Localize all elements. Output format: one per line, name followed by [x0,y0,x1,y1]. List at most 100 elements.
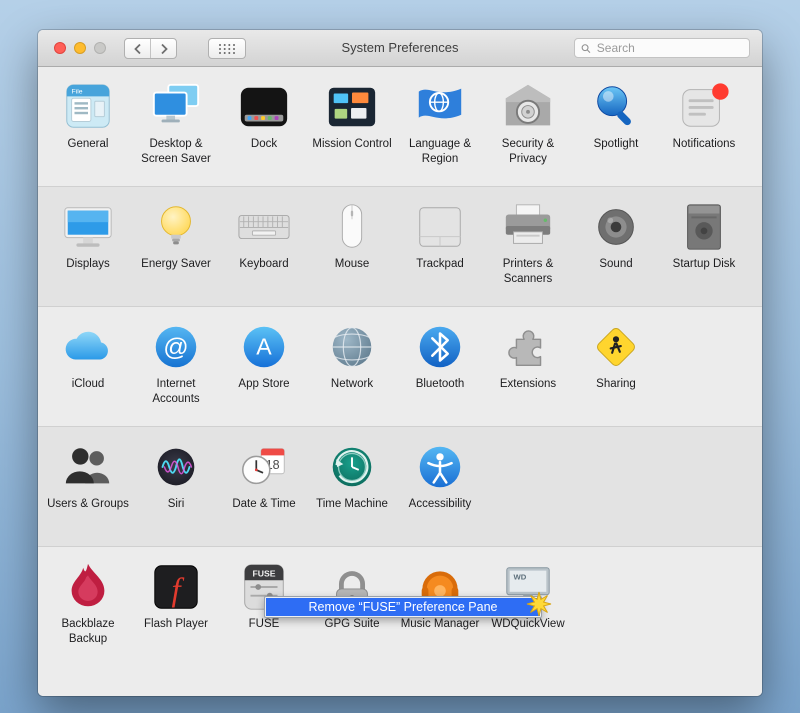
pref-pane-gpg-suite[interactable]: GPG Suite [308,547,396,632]
title-bar: System Preferences [38,30,762,67]
pref-pane-app-store[interactable]: A App Store [220,307,308,392]
pref-pane-label: App Store [238,377,289,392]
displays-icon [61,200,115,254]
pref-pane-label: General [68,137,109,152]
pref-pane-label: Extensions [500,377,556,392]
pref-pane-label: Mouse [335,257,370,272]
pref-pane-flash-player[interactable]: f Flash Player [132,547,220,632]
pref-pane-label: Flash Player [144,617,208,632]
pref-pane-mouse[interactable]: Mouse [308,187,396,272]
pref-pane-dock[interactable]: Dock [220,67,308,152]
pref-pane-mission-control[interactable]: Mission Control [308,67,396,152]
time-machine-icon [325,440,379,494]
extensions-icon [501,320,555,374]
keyboard-icon [237,200,291,254]
pref-pane-extensions[interactable]: Extensions [484,307,572,392]
pref-pane-label: Sharing [596,377,636,392]
backblaze-icon [61,560,115,614]
pref-pane-label: Accessibility [409,497,472,512]
pane-row-3: iCloud @ Internet Accounts A [38,307,762,427]
mission-control-icon [325,80,379,134]
dock-icon [237,80,291,134]
pref-pane-internet-accounts[interactable]: @ Internet Accounts [132,307,220,406]
pref-pane-label: Trackpad [416,257,464,272]
pref-pane-trackpad[interactable]: Trackpad [396,187,484,272]
pref-pane-language-region[interactable]: Language & Region [396,67,484,166]
pref-pane-label: WDQuickView [491,617,564,632]
svg-text:WD: WD [514,572,527,581]
pref-pane-label: Network [331,377,373,392]
pref-pane-date-time[interactable]: 18 Date & Time [220,427,308,512]
accessibility-icon [413,440,467,494]
pref-pane-accessibility[interactable]: Accessibility [396,427,484,512]
spotlight-icon [589,80,643,134]
desktop-screen-saver-icon [149,80,203,134]
svg-text:File: File [72,89,83,96]
pref-pane-keyboard[interactable]: Keyboard [220,187,308,272]
printers-scanners-icon [501,200,555,254]
pref-pane-startup-disk[interactable]: Startup Disk [660,187,748,272]
sharing-icon [589,320,643,374]
pref-pane-label: Startup Disk [673,257,736,272]
pref-pane-label: Notifications [673,137,736,152]
pref-pane-label: Printers & Scanners [487,257,569,286]
pref-pane-siri[interactable]: Siri [132,427,220,512]
flash-player-icon: f [149,560,203,614]
icloud-icon [61,320,115,374]
search-input[interactable] [595,40,743,56]
users-groups-icon [61,440,115,494]
pref-pane-desktop-screen-saver[interactable]: Desktop & Screen Saver [132,67,220,166]
pref-pane-fuse[interactable]: FUSE FUSE [220,547,308,632]
pref-pane-label: iCloud [72,377,105,392]
pref-pane-label: Siri [168,497,185,512]
notifications-icon [677,80,731,134]
general-icon: File [61,80,115,134]
date-time-icon: 18 [237,440,291,494]
pref-pane-label: FUSE [249,617,280,632]
pref-pane-spotlight[interactable]: Spotlight [572,67,660,152]
pref-pane-label: Date & Time [232,497,295,512]
context-menu-item-remove-fuse[interactable]: Remove “FUSE” Preference Pane [266,598,540,616]
svg-text:FUSE: FUSE [252,568,275,578]
pref-pane-icloud[interactable]: iCloud [44,307,132,392]
energy-saver-icon [149,200,203,254]
bluetooth-icon [413,320,467,374]
pref-pane-notifications[interactable]: Notifications [660,67,748,152]
svg-text:A: A [256,334,272,360]
pref-pane-label: Language & Region [399,137,481,166]
search-field[interactable] [574,38,750,58]
pref-pane-label: Energy Saver [141,257,211,272]
system-preferences-window: System Preferences File [38,30,762,696]
pref-pane-label: Displays [66,257,109,272]
pref-pane-label: Music Manager [401,617,480,632]
pref-pane-music-manager[interactable]: Music Manager [396,547,484,632]
pref-pane-energy-saver[interactable]: Energy Saver [132,187,220,272]
pref-pane-sharing[interactable]: Sharing [572,307,660,392]
context-menu: Remove “FUSE” Preference Pane [264,596,542,618]
pref-pane-general[interactable]: File General [44,67,132,152]
pref-pane-label: GPG Suite [325,617,380,632]
pref-pane-label: Spotlight [594,137,639,152]
pref-pane-label: Bluetooth [416,377,465,392]
pref-pane-wdquickview[interactable]: WD WDQuickView [484,547,572,632]
pref-pane-label: Users & Groups [47,497,129,512]
pref-pane-label: Dock [251,137,277,152]
mouse-icon [325,200,379,254]
pref-pane-label: Backblaze Backup [47,617,129,646]
language-region-icon [413,80,467,134]
svg-text:@: @ [163,334,188,362]
pref-pane-bluetooth[interactable]: Bluetooth [396,307,484,392]
pref-pane-label: Desktop & Screen Saver [135,137,217,166]
security-privacy-icon [501,80,555,134]
pref-pane-time-machine[interactable]: Time Machine [308,427,396,512]
search-icon [581,43,591,54]
pref-pane-printers-scanners[interactable]: Printers & Scanners [484,187,572,286]
pref-pane-backblaze[interactable]: Backblaze Backup [44,547,132,646]
startup-disk-icon [677,200,731,254]
pref-pane-users-groups[interactable]: Users & Groups [44,427,132,512]
pref-pane-displays[interactable]: Displays [44,187,132,272]
pref-pane-sound[interactable]: Sound [572,187,660,272]
pref-pane-security-privacy[interactable]: Security & Privacy [484,67,572,166]
pref-pane-network[interactable]: Network [308,307,396,392]
pref-pane-label: Sound [599,257,632,272]
